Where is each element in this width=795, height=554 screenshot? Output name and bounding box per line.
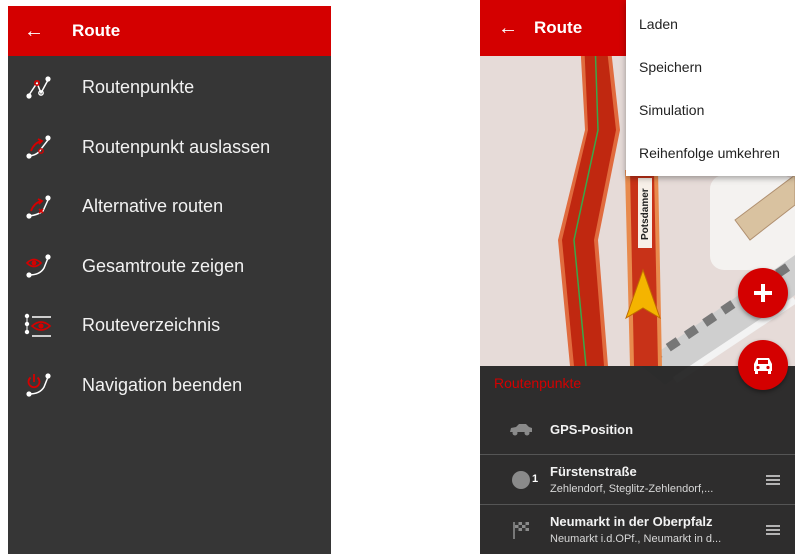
route-header: ← Route xyxy=(8,6,331,56)
drag-handle-icon xyxy=(766,474,780,485)
back-arrow-icon[interactable]: ← xyxy=(480,18,520,38)
drag-handle[interactable] xyxy=(751,524,795,536)
menu-item-reverse-order[interactable]: Reihenfolge umkehren xyxy=(626,131,795,174)
vehicle-mode-button[interactable] xyxy=(738,340,788,390)
car-icon xyxy=(754,358,772,374)
route-point-name: Neumarkt in der Oberpfalz xyxy=(550,514,713,529)
menu-item-route-directory[interactable]: Routeverzeichnis xyxy=(8,296,331,356)
page-title: Route xyxy=(72,21,121,40)
route-point-address: Zehlendorf, Steglitz-Zehlendorf,... xyxy=(550,483,714,495)
alternative-routes-icon xyxy=(26,195,51,219)
menu-item-skip-route-point[interactable]: Routenpunkt auslassen xyxy=(8,118,331,178)
route-menu-screen: ← Route Routenpunkte Routenpunkt auslass… xyxy=(8,6,331,554)
overflow-menu: Laden Speichern Simulation Reihenfolge u… xyxy=(626,0,795,176)
menu-item-alternative-routes[interactable]: Alternative routen xyxy=(8,177,331,237)
route-point-number: 1 xyxy=(532,472,539,485)
menu-item-simulation[interactable]: Simulation xyxy=(626,88,795,131)
menu-item-load[interactable]: Laden xyxy=(626,2,795,45)
route-point-address: Neumarkt i.d.OPf., Neumarkt in d... xyxy=(550,533,722,545)
route-point-1[interactable]: 1 Fürstenstraße Zehlendorf, Steglitz-Zeh… xyxy=(480,454,795,504)
number-badge-icon xyxy=(512,470,530,489)
route-point-2[interactable]: Neumarkt in der Oberpfalz Neumarkt i.d.O… xyxy=(480,504,795,554)
checkered-flag-icon xyxy=(513,521,529,539)
route-point-name: Fürstenstraße xyxy=(550,464,637,479)
page-title: Route xyxy=(534,18,583,37)
panel-title: Routenpunkte xyxy=(494,375,582,391)
menu-item-label: Navigation beenden xyxy=(82,374,243,395)
drag-handle-icon xyxy=(766,524,780,535)
route-point-gps[interactable]: GPS-Position xyxy=(480,404,795,454)
route-points-panel: Routenpunkte GPS-Position 1 Fürstenstraß… xyxy=(480,366,795,554)
show-route-icon xyxy=(25,254,51,278)
menu-item-label: Alternative routen xyxy=(82,196,224,217)
map-screen: Potsdamer ← Route Laden Speichern Simula… xyxy=(480,0,795,554)
skip-route-point-icon xyxy=(26,135,51,159)
route-directory-icon xyxy=(24,313,52,337)
car-icon xyxy=(510,424,532,436)
route-point-name: GPS-Position xyxy=(550,421,634,437)
back-arrow-icon[interactable]: ← xyxy=(8,21,52,41)
menu-item-label: Routenpunkt auslassen xyxy=(82,136,271,157)
menu-item-save[interactable]: Speichern xyxy=(626,45,795,88)
menu-item-stop-navigation[interactable]: Navigation beenden xyxy=(8,356,331,416)
menu-item-label: Gesamtroute zeigen xyxy=(82,255,245,276)
street-label: Potsdamer xyxy=(640,188,651,240)
route-menu-list: Routenpunkte Routenpunkt auslassen Alter… xyxy=(8,56,331,415)
add-waypoint-button[interactable] xyxy=(738,268,788,318)
stop-navigation-icon xyxy=(26,373,51,397)
menu-item-label: Routenpunkte xyxy=(82,77,195,98)
route-points-icon xyxy=(26,76,51,99)
menu-item-route-points[interactable]: Routenpunkte xyxy=(8,58,331,118)
drag-handle[interactable] xyxy=(751,474,795,486)
plus-icon xyxy=(754,284,772,302)
menu-item-show-route[interactable]: Gesamtroute zeigen xyxy=(8,237,331,297)
menu-item-label: Routeverzeichnis xyxy=(82,315,221,336)
